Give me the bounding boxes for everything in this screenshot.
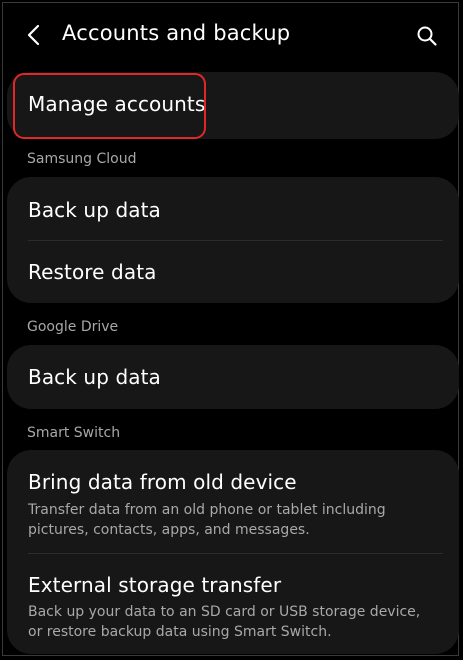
external-storage-label: External storage transfer [28,573,282,597]
page-title: Accounts and backup [62,21,291,45]
bring-data-label: Bring data from old device [28,470,297,494]
manage-accounts-item[interactable]: Manage accounts [7,72,459,139]
search-icon [417,26,437,46]
section-header-smart-switch: Smart Switch [27,425,121,441]
chevron-left-icon [27,24,40,46]
restore-data-label: Restore data [28,260,157,284]
bring-data-description: Transfer data from an old phone or table… [28,502,386,538]
search-button[interactable] [414,23,440,49]
samsung-cloud-card: Back up data Restore data [7,177,459,303]
screen: Accounts and backup Manage accounts Sams… [2,2,459,656]
external-storage-description: Back up your data to an SD card or USB s… [28,604,421,640]
external-storage-item[interactable]: External storage transfer Back up your d… [7,554,459,654]
google-drive-card: Back up data [7,345,459,409]
restore-data-item[interactable]: Restore data [7,241,459,303]
samsung-backup-item[interactable]: Back up data [7,177,459,240]
app-bar: Accounts and backup [3,3,458,67]
bring-data-item[interactable]: Bring data from old device Transfer data… [7,450,459,553]
google-backup-item[interactable]: Back up data [7,345,459,409]
smart-switch-card: Bring data from old device Transfer data… [7,450,459,654]
section-header-google-drive: Google Drive [27,319,119,335]
section-header-samsung-cloud: Samsung Cloud [27,151,137,167]
samsung-backup-label: Back up data [28,198,161,222]
google-backup-label: Back up data [28,365,161,389]
manage-accounts-card: Manage accounts [7,72,459,139]
manage-accounts-label: Manage accounts [28,92,206,116]
back-button[interactable] [21,20,47,50]
